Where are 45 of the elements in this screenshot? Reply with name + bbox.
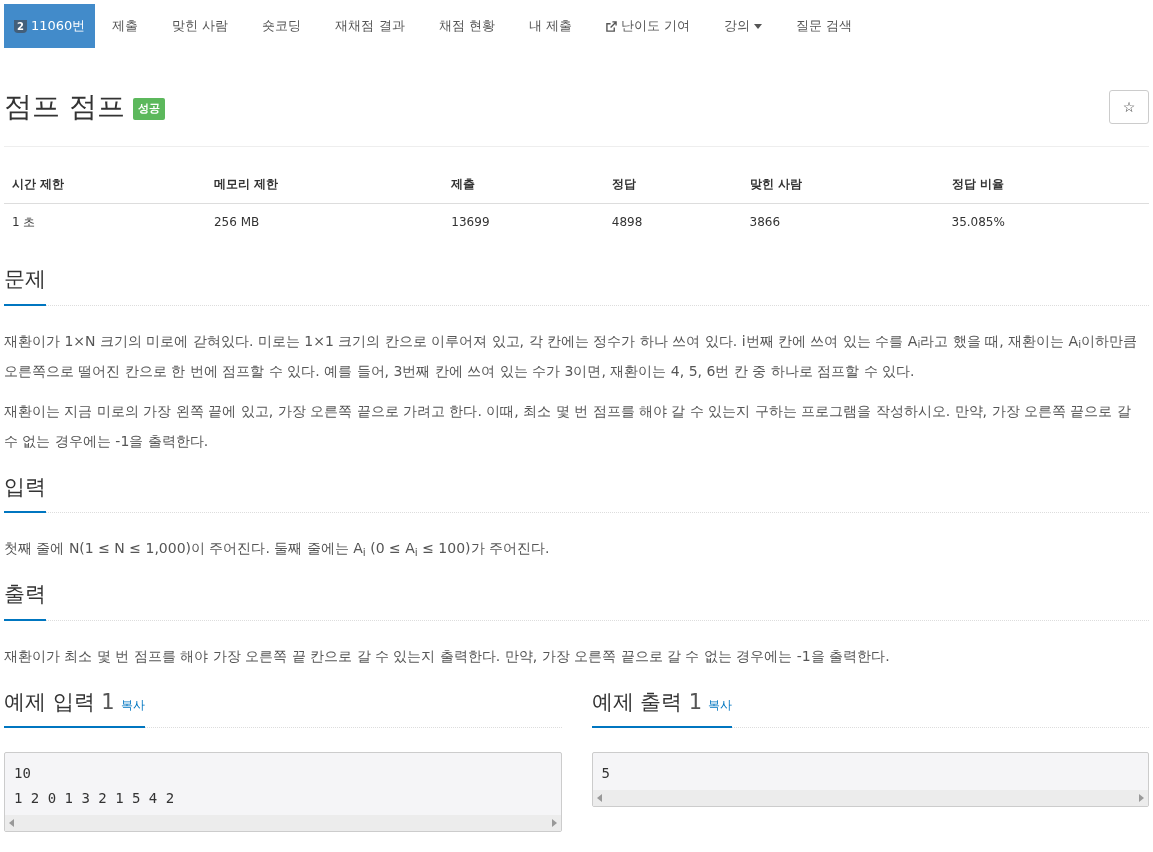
- nav-tab[interactable]: 2 11060번: [4, 4, 96, 48]
- star-button[interactable]: ☆: [1109, 90, 1149, 124]
- nav-tab[interactable]: 난이도 기여: [588, 4, 708, 48]
- column-header: 정답: [603, 165, 742, 204]
- column-header: 시간 제한: [4, 165, 206, 204]
- scroll-left-icon[interactable]: [9, 819, 15, 827]
- section-heading: 출력: [4, 581, 46, 608]
- scroll-right-icon[interactable]: [1138, 794, 1144, 802]
- sample-text: 10 1 2 0 1 3 2 1 5 4 2: [13, 764, 176, 808]
- nav-tab[interactable]: 맞힌 사람: [155, 4, 246, 48]
- table-cell: 35.085%: [943, 203, 1149, 240]
- problem-title: 점프 점프: [4, 89, 125, 125]
- copy-link[interactable]: 복사: [120, 695, 145, 714]
- result-label: 성공: [132, 97, 165, 121]
- paragraph: 재환이가 최소 몇 번 점프를 해야 가장 오른쪽 끝 칸으로 갈 수 있는지 출력한다. 만약, 가장 오른쪽 끝으로 갈 수 없는 경우에는 -1을 출력한다.: [4, 646, 891, 666]
- column-header: 메모리 제한: [205, 165, 444, 204]
- nav-tab[interactable]: 질문 검색: [779, 4, 870, 48]
- nav-tab[interactable]: 제출: [95, 4, 156, 48]
- column-header: 제출: [443, 165, 604, 204]
- nav-tab[interactable]: 숏코딩: [245, 4, 319, 48]
- scroll-right-icon[interactable]: [550, 819, 557, 827]
- tier-badge: 2: [14, 19, 27, 33]
- paragraph: 첫째 줄에 N(1 ≤ N ≤ 1,000)이 주어진다. 둘째 줄에는 A$_{i}$ (0 ≤ A$_{i}$ ≤ 100)가 주어진다.: [4, 539, 551, 560]
- copy-link[interactable]: 복사: [708, 695, 733, 714]
- external-link-icon: [605, 20, 617, 32]
- table-cell: 1 초: [4, 203, 206, 240]
- sample-text: 5: [600, 764, 611, 783]
- paragraph: 재환이는 지금 미로의 가장 왼쪽 끝에 있고, 가장 오른쪽 끝으로 가려고 한다. 이때, 최소 몇 번 점프를 해야 갈 수 있는지 구하는 프로그램을 작성하시오. 만약, 가장 오른쪽 끝으로 갈 수 없는 경우에는 -1을 출력한다.: [4, 401, 1132, 451]
- column-header: 정답 비율: [943, 165, 1149, 204]
- table-cell: 4898: [603, 203, 742, 240]
- table-cell: 13699: [443, 203, 604, 240]
- nav-tab[interactable]: 재채점 결과: [318, 4, 422, 48]
- scroll-left-icon[interactable]: [596, 794, 603, 802]
- column-header: 맞힌 사람: [741, 165, 944, 204]
- sample-heading: 예제 출력 1: [591, 688, 703, 716]
- nav-tab[interactable]: 강의: [707, 4, 780, 48]
- sample-heading: 예제 입력 1: [4, 688, 115, 716]
- nav-tab[interactable]: 채점 현황: [421, 4, 512, 48]
- paragraph: 재환이가 1×N 크기의 미로에 갇혀있다. 미로는 1×1 크기의 칸으로 이루어져 있고, 각 칸에는 정수가 하나 쓰여 있다. i번째 칸에 쓰여 있는 수를 A$_{i}$라고 했을 때, 재환이는 A$_{i}$이하만큼 오른쪽으로 떨어진 칸으로 한 번에 점프할 수 있다. 예를 들어, 3번째 칸에 쓰여 있는 수가 3이면, 재환이는 4, 5, 6번 칸 중 하나로 점프할 수 있다.: [4, 331, 1139, 381]
- caret-icon: [754, 23, 763, 29]
- section-heading: 입력: [4, 473, 46, 501]
- table-cell: 256 MB: [205, 203, 444, 240]
- section-heading: 문제: [4, 266, 46, 293]
- nav-tab[interactable]: 내 제출: [511, 4, 589, 48]
- table-cell: 3866: [741, 203, 944, 240]
